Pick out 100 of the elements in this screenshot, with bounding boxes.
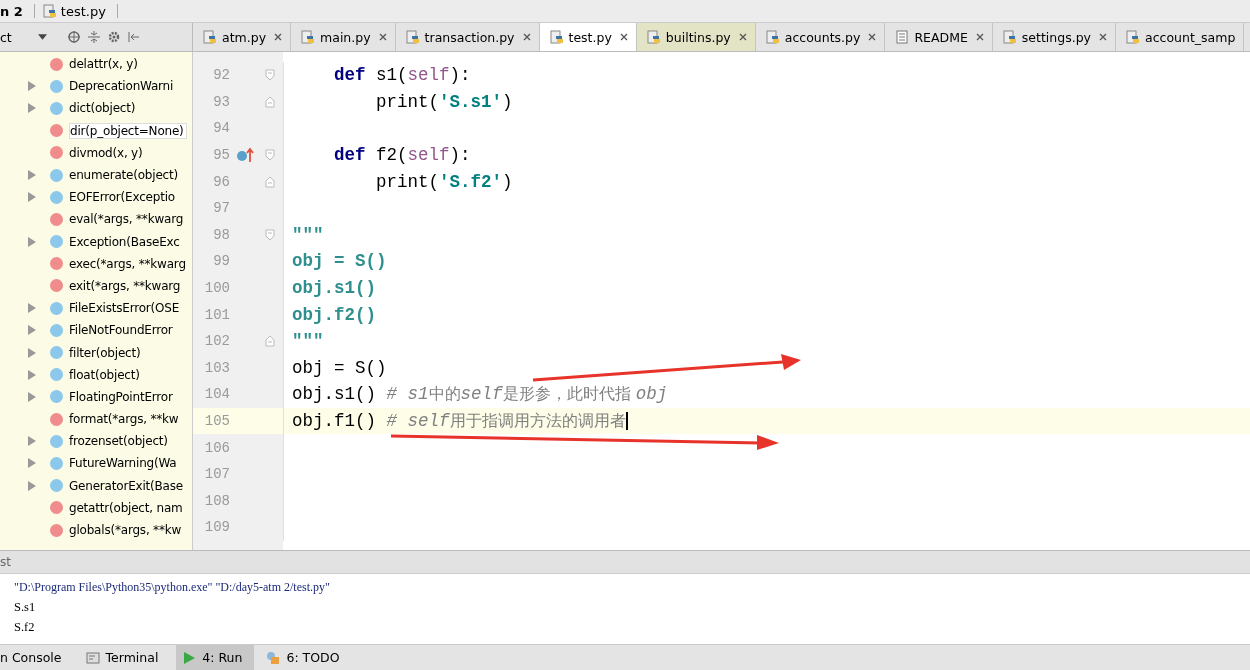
line-number: 93: [212, 93, 230, 110]
structure-item[interactable]: FloatingPointError: [69, 389, 173, 404]
override-marker-icon[interactable]: [236, 147, 254, 164]
tool-window-button[interactable]: Terminal: [79, 645, 171, 670]
close-icon[interactable]: [868, 33, 877, 41]
line-number: 108: [203, 492, 230, 509]
expand-arrow-icon[interactable]: [28, 347, 36, 358]
fold-icon[interactable]: [265, 175, 275, 188]
settings-icon[interactable]: [106, 30, 121, 44]
line-number: 109: [203, 519, 230, 536]
expand-arrow-icon[interactable]: [28, 81, 36, 92]
expand-arrow-icon[interactable]: [28, 369, 36, 380]
console-line: "D:\Program Files\Python35\python.exe" "D:/day5-atm 2/test.py": [14, 579, 331, 596]
tab-label: transaction.py: [424, 29, 515, 45]
fold-icon[interactable]: [265, 95, 275, 108]
structure-item[interactable]: frozenset(object): [69, 434, 168, 449]
code-line: obj.f1() # self用于指调用方法的调用者: [292, 410, 626, 432]
fold-icon[interactable]: [265, 69, 275, 82]
structure-item[interactable]: filter(object): [69, 345, 141, 360]
hide-icon[interactable]: [126, 30, 141, 44]
expand-arrow-icon[interactable]: [28, 391, 36, 402]
structure-item[interactable]: EOFError(Exceptio: [69, 190, 175, 205]
structure-item[interactable]: FileExistsError(OSE: [69, 301, 180, 316]
python-file-icon: [405, 30, 420, 44]
code-line: obj.s1() # s1中的self是形参，此时代指 obj: [292, 383, 668, 405]
file-tab[interactable]: test.py: [539, 23, 637, 51]
tab-label: README: [914, 29, 968, 45]
line-number: 99: [212, 253, 230, 270]
structure-item[interactable]: dir(p_object=None): [69, 122, 187, 139]
terminal-icon: [85, 650, 100, 665]
fold-icon[interactable]: [265, 335, 275, 348]
console-line: S.f2: [14, 619, 36, 636]
close-icon[interactable]: [522, 33, 531, 41]
structure-item[interactable]: divmod(x, y): [69, 145, 143, 160]
line-number: 103: [203, 359, 230, 376]
breadcrumb-item[interactable]: n 2: [0, 3, 23, 19]
structure-item[interactable]: dict(object): [69, 101, 136, 116]
code-line: def f2(self):: [333, 145, 471, 166]
fold-icon[interactable]: [265, 149, 275, 162]
expand-arrow-icon[interactable]: [28, 192, 36, 203]
structure-item[interactable]: enumerate(object): [69, 168, 178, 183]
line-number: 105: [203, 413, 230, 429]
run-panel-title: st: [0, 555, 11, 569]
structure-item[interactable]: delattr(x, y): [69, 57, 138, 72]
expand-arrow-icon[interactable]: [28, 458, 36, 469]
structure-item[interactable]: float(object): [69, 367, 140, 382]
close-icon[interactable]: [1099, 33, 1107, 41]
structure-item[interactable]: DeprecationWarni: [69, 79, 174, 94]
structure-item[interactable]: FileNotFoundError: [69, 323, 173, 338]
code-line: """: [292, 331, 324, 352]
tab-label: test.py: [568, 29, 612, 45]
expand-arrow-icon[interactable]: [28, 325, 36, 336]
text-file-icon: [895, 30, 910, 44]
collapse-icon[interactable]: [86, 30, 101, 44]
structure-item[interactable]: exec(*args, **kwarg: [69, 256, 186, 271]
breadcrumb-item[interactable]: test.py: [60, 3, 106, 19]
line-number: 101: [203, 306, 230, 323]
target-icon[interactable]: [66, 30, 81, 44]
expand-arrow-icon[interactable]: [28, 480, 36, 491]
tab-label: settings.py: [1021, 29, 1091, 45]
fold-icon[interactable]: [265, 228, 275, 241]
structure-item[interactable]: eval(*args, **kwarg: [69, 212, 184, 227]
code-line: print('S.s1'): [375, 91, 513, 112]
line-number: 104: [203, 386, 230, 403]
todo-icon: [266, 650, 281, 665]
line-number: 97: [212, 200, 230, 217]
code-line: obj.f2(): [292, 304, 376, 325]
close-icon[interactable]: [975, 33, 984, 41]
structure-item[interactable]: getattr(object, nam: [69, 500, 183, 515]
structure-item[interactable]: format(*args, **kw: [69, 412, 179, 427]
tool-window-button[interactable]: 4: Run: [176, 645, 255, 670]
panel-title[interactable]: ct: [0, 29, 12, 45]
expand-arrow-icon[interactable]: [28, 170, 36, 181]
console-line: S.s1: [14, 599, 37, 616]
structure-item[interactable]: GeneratorExit(Base: [69, 478, 183, 493]
close-icon[interactable]: [274, 33, 283, 41]
expand-arrow-icon[interactable]: [28, 103, 36, 114]
structure-item[interactable]: exit(*args, **kwarg: [69, 278, 181, 293]
structure-item[interactable]: globals(*args, **kw: [69, 523, 182, 538]
tool-window-button[interactable]: n Console: [0, 645, 74, 670]
file-tab[interactable]: builtins.py: [636, 23, 756, 51]
line-number: 102: [203, 333, 230, 350]
expand-arrow-icon[interactable]: [28, 236, 36, 247]
code-line: obj = S(): [292, 251, 387, 272]
python-file-icon: [203, 30, 217, 44]
line-number: 96: [212, 173, 230, 190]
tool-window-button[interactable]: 6: TODO: [260, 645, 352, 670]
close-icon[interactable]: [619, 33, 628, 41]
line-number: 100: [203, 280, 230, 297]
close-icon[interactable]: [378, 33, 387, 41]
structure-item[interactable]: Exception(BaseExc: [69, 234, 180, 249]
dropdown-icon[interactable]: [37, 34, 47, 40]
python-file-icon: [42, 4, 57, 18]
expand-arrow-icon[interactable]: [28, 436, 36, 447]
expand-arrow-icon[interactable]: [28, 303, 36, 314]
line-number: 98: [212, 226, 230, 243]
play-icon: [182, 650, 197, 665]
line-number: 92: [212, 67, 230, 84]
close-icon[interactable]: [738, 33, 747, 41]
structure-item[interactable]: FutureWarning(Wa: [69, 456, 177, 471]
